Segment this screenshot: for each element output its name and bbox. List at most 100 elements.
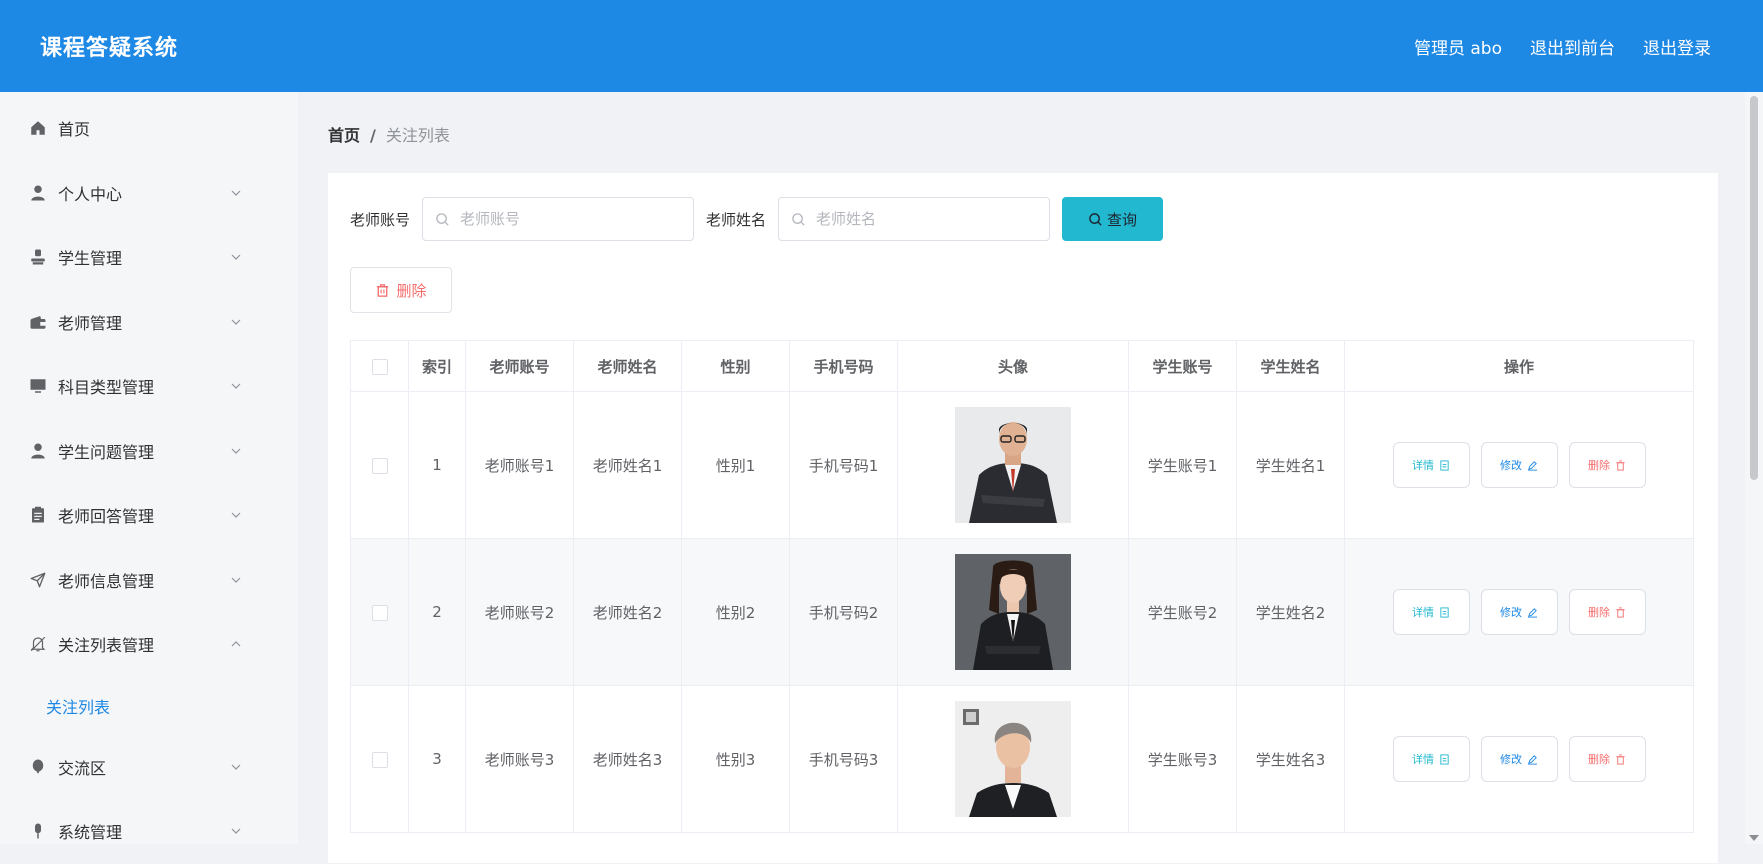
scroll-down-arrow-icon[interactable]: [1749, 835, 1759, 841]
trash-icon: [1616, 606, 1625, 618]
edit-button[interactable]: 修改: [1480, 442, 1558, 488]
edit-icon: [1527, 607, 1538, 618]
sidebar-item-personal-center[interactable]: 个人中心: [0, 161, 298, 226]
sidebar-item-home[interactable]: 首页: [0, 96, 298, 161]
query-button-label: 查询: [1107, 211, 1138, 229]
detail-button[interactable]: 详情: [1392, 736, 1470, 782]
exit-to-frontend-link[interactable]: 退出到前台: [1530, 34, 1615, 59]
teacher-account-input-wrap: [422, 197, 695, 241]
actions-cell: 详情 修改 删除: [1344, 538, 1694, 686]
logout-link[interactable]: 退出登录: [1643, 34, 1711, 59]
delete-button[interactable]: 删除: [1568, 442, 1646, 488]
avatar-cell: [897, 685, 1129, 833]
search-form: 老师账号 老师姓名 查询: [350, 197, 1164, 241]
sidebar-subitem-follow-list[interactable]: 关注列表: [0, 677, 298, 735]
column-header: 学生姓名: [1236, 340, 1345, 392]
trash-icon: [1616, 459, 1625, 471]
teacher-name-label: 老师姓名: [706, 210, 767, 229]
balloon-icon: [28, 757, 48, 777]
sidebar: 首页 个人中心 学生管理 老师管理 科目类型管理 学生问题管理 老师回答管理 老…: [0, 92, 298, 844]
sidebar-item-label: 老师管理: [58, 313, 123, 333]
sidebar-item-exchange-area[interactable]: 交流区: [0, 735, 298, 800]
actions-cell: 详情 修改 删除: [1344, 391, 1694, 539]
table-row: 3 老师账号3 老师姓名3 性别3 手机号码3 学生账号3 学生姓名3 详情 修…: [350, 685, 1694, 833]
edit-button[interactable]: 修改: [1480, 589, 1558, 635]
select-all-checkbox[interactable]: [371, 358, 388, 375]
sidebar-item-label: 系统管理: [58, 823, 123, 843]
edit-button-label: 修改: [1500, 753, 1522, 766]
delete-button[interactable]: 删除: [1568, 589, 1646, 635]
row-checkbox[interactable]: [371, 751, 388, 768]
query-button[interactable]: 查询: [1062, 197, 1164, 241]
sidebar-item-subject-type-management[interactable]: 科目类型管理: [0, 354, 298, 419]
trash-icon: [377, 283, 389, 297]
student-name-cell: 学生姓名2: [1236, 538, 1345, 686]
chevron-down-icon: [231, 828, 241, 835]
phone-cell: 手机号码2: [789, 538, 898, 686]
breadcrumb: 首页 / 关注列表: [328, 122, 450, 146]
column-header: 操作: [1344, 340, 1694, 392]
teacher-name-input[interactable]: [814, 209, 1039, 229]
sidebar-item-teacher-answer-management[interactable]: 老师回答管理: [0, 483, 298, 548]
student-name-cell: 学生姓名1: [1236, 391, 1345, 539]
sidebar-item-teacher-management[interactable]: 老师管理: [0, 290, 298, 355]
search-icon: [792, 212, 805, 226]
student-icon: [28, 247, 48, 267]
batch-delete-label: 删除: [396, 282, 427, 300]
sidebar-item-teacher-info-management[interactable]: 老师信息管理: [0, 548, 298, 613]
edit-icon: [1527, 754, 1538, 765]
edit-button-label: 修改: [1500, 459, 1522, 472]
detail-button-label: 详情: [1412, 459, 1434, 472]
sidebar-item-student-question-management[interactable]: 学生问题管理: [0, 419, 298, 484]
index-cell: 2: [408, 538, 466, 686]
chevron-down-icon: [231, 577, 241, 583]
column-header: 学生账号: [1128, 340, 1237, 392]
column-header: 性别: [681, 340, 790, 392]
sidebar-item-system-management[interactable]: 系统管理: [0, 799, 298, 864]
page-scrollbar[interactable]: [1745, 92, 1763, 844]
teacher-name-cell: 老师姓名2: [573, 538, 682, 686]
row-checkbox[interactable]: [371, 604, 388, 621]
table-row: 2 老师账号2 老师姓名2 性别2 手机号码2 学生账号2 学生姓名2 详情 修…: [350, 538, 1694, 686]
home-icon: [28, 118, 48, 138]
sidebar-item-label: 老师信息管理: [58, 571, 155, 591]
table-row: 1 老师账号1 老师姓名1 性别1 手机号码1 学生账号1 学生姓名1 详情 修…: [350, 391, 1694, 539]
edit-button-label: 修改: [1500, 606, 1522, 619]
sidebar-item-label: 个人中心: [58, 184, 123, 204]
delete-button[interactable]: 删除: [1568, 736, 1646, 782]
teacher-account-input[interactable]: [458, 209, 683, 229]
top-bar: 课程答疑系统 管理员 abo 退出到前台 退出登录: [0, 0, 1763, 92]
send-icon: [28, 570, 48, 590]
admin-user-link[interactable]: 管理员 abo: [1414, 34, 1502, 59]
content-card: 老师账号 老师姓名 查询 删除: [328, 173, 1718, 863]
teacher-account-cell: 老师账号2: [465, 538, 574, 686]
detail-button[interactable]: 详情: [1392, 442, 1470, 488]
main-content: 首页 / 关注列表 老师账号 老师姓名 查询 删除: [298, 92, 1745, 863]
chevron-up-icon: [231, 641, 241, 647]
document-icon: [1440, 459, 1449, 471]
sidebar-item-follow-list-management[interactable]: 关注列表管理: [0, 612, 298, 677]
actions-cell: 详情 修改 删除: [1344, 685, 1694, 833]
scrollbar-thumb[interactable]: [1750, 96, 1758, 480]
app-title: 课程答疑系统: [40, 36, 179, 61]
sidebar-item-label: 老师回答管理: [58, 507, 155, 527]
sidebar-item-student-management[interactable]: 学生管理: [0, 225, 298, 290]
breadcrumb-separator: /: [370, 126, 376, 145]
chevron-down-icon: [231, 764, 241, 770]
mic-icon: [28, 821, 48, 841]
row-checkbox[interactable]: [371, 457, 388, 474]
teacher-name-cell: 老师姓名1: [573, 391, 682, 539]
batch-delete-button[interactable]: 删除: [350, 267, 452, 313]
wallet-icon: [28, 312, 48, 332]
avatar-cell: [897, 391, 1129, 539]
student-account-cell: 学生账号1: [1128, 391, 1237, 539]
delete-button-label: 删除: [1588, 606, 1610, 619]
delete-button-label: 删除: [1588, 753, 1610, 766]
avatar-cell: [897, 538, 1129, 686]
detail-button[interactable]: 详情: [1392, 589, 1470, 635]
column-header: 手机号码: [789, 340, 898, 392]
chevron-down-icon: [231, 383, 241, 390]
teacher-name-input-wrap: [778, 197, 1051, 241]
breadcrumb-home[interactable]: 首页: [328, 126, 360, 145]
edit-button[interactable]: 修改: [1480, 736, 1558, 782]
